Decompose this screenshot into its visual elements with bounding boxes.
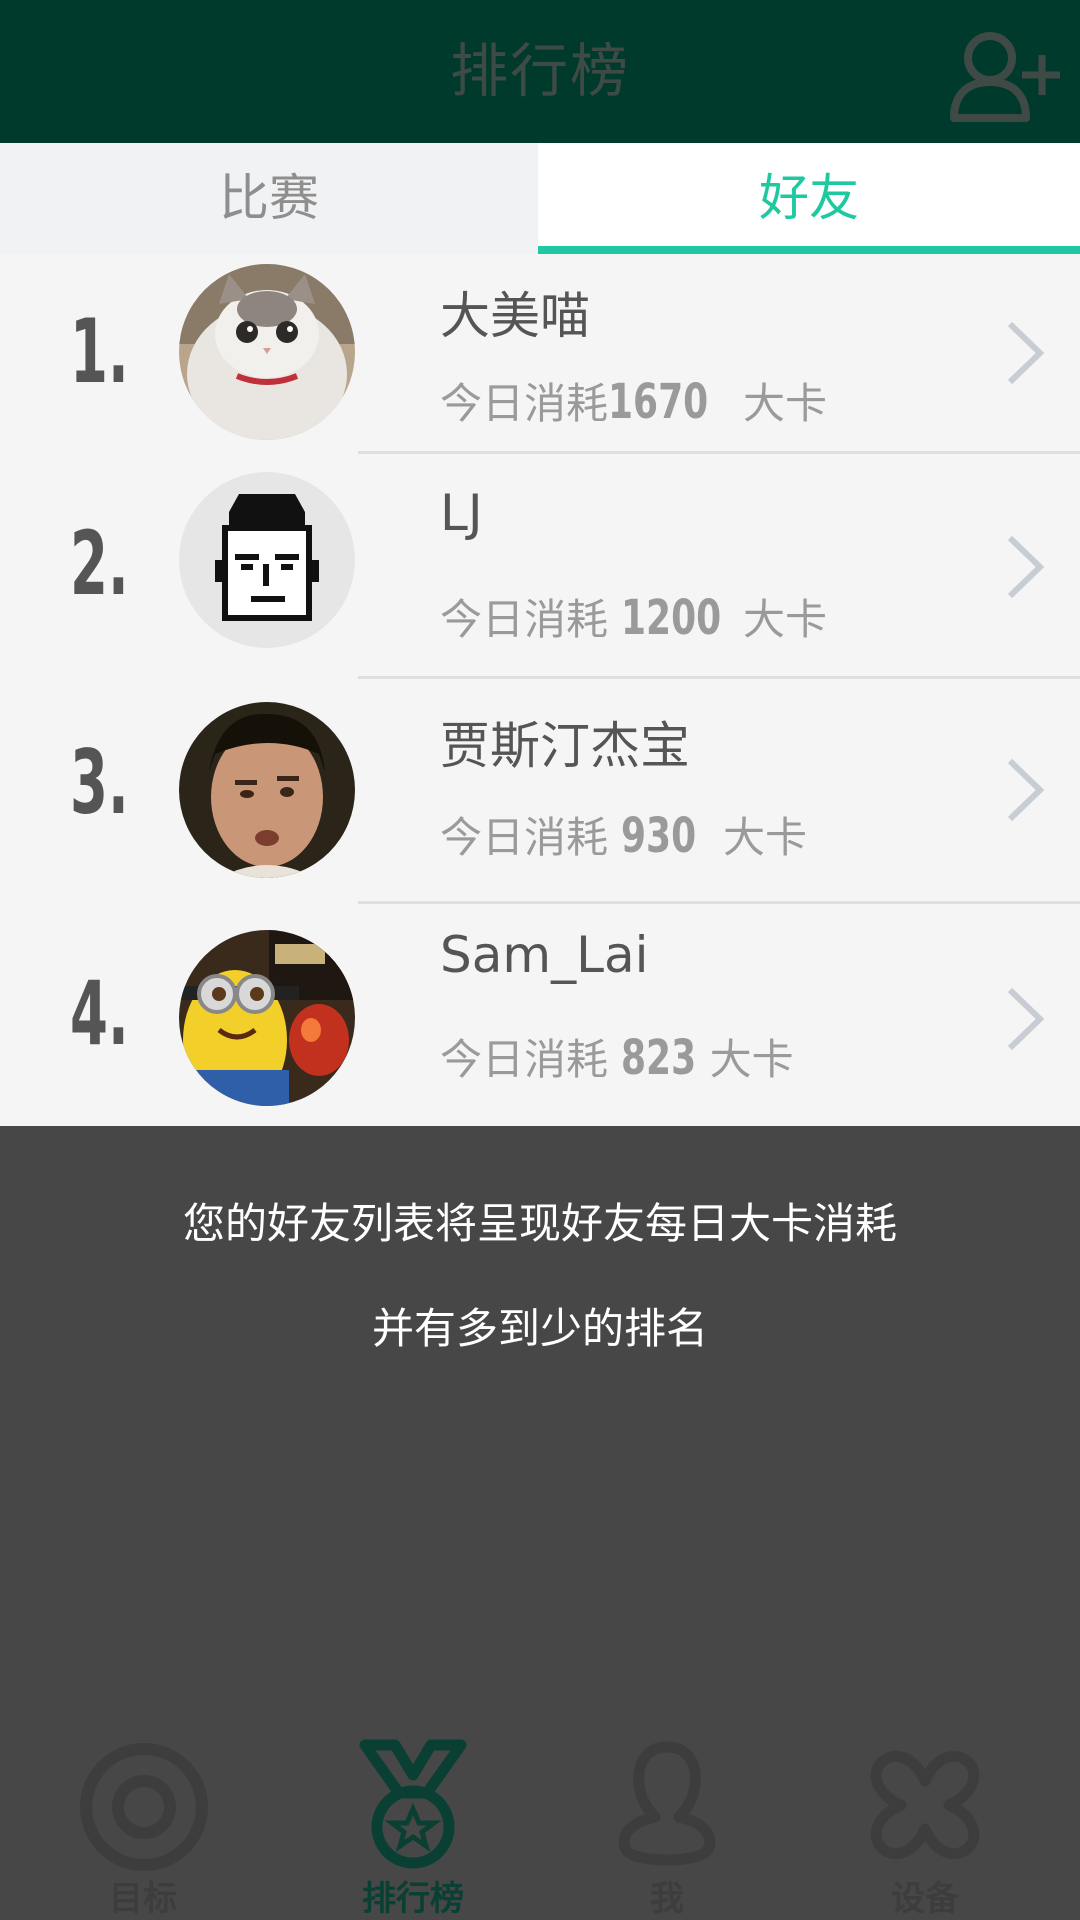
calorie-prefix: 今日消耗 xyxy=(440,379,609,428)
chevron-right-icon xyxy=(1007,321,1045,385)
list-item[interactable]: 3. 贾斯汀杰宝 今日消耗 930 大卡 xyxy=(0,679,1080,904)
medal-icon xyxy=(359,1739,467,1869)
rank-number: 3. xyxy=(70,731,129,834)
calorie-line: 今日消耗 930 大卡 xyxy=(440,804,807,865)
calorie-prefix: 今日消耗 xyxy=(440,813,609,862)
rank-number: 1. xyxy=(70,300,129,403)
person-icon xyxy=(618,1741,716,1866)
hint-line-1: 您的好友列表将呈现好友每日大卡消耗 xyxy=(182,1199,897,1248)
calorie-line: 今日消耗 1200 大卡 xyxy=(440,586,827,647)
calorie-value: 930 xyxy=(621,808,697,864)
chevron-right-icon xyxy=(1007,758,1045,822)
nav-label: 目标 xyxy=(109,1879,177,1919)
nav-item-leaderboard[interactable]: 排行榜 xyxy=(278,1735,548,1920)
tab-bar: 比赛 好友 xyxy=(0,143,1080,254)
tab-race[interactable]: 比赛 xyxy=(0,143,538,254)
tab-friends[interactable]: 好友 xyxy=(538,143,1080,254)
avatar xyxy=(179,264,355,440)
calorie-prefix: 今日消耗 xyxy=(440,595,609,644)
friend-name: 大美喵 xyxy=(440,287,590,345)
nav-item-device[interactable]: 设备 xyxy=(790,1735,1060,1920)
chevron-right-icon xyxy=(1007,987,1045,1051)
calorie-unit: 大卡 xyxy=(722,813,807,862)
calorie-value: 1200 xyxy=(621,590,722,646)
hint-line-2: 并有多到少的排名 xyxy=(371,1304,708,1353)
nav-label: 设备 xyxy=(891,1879,959,1919)
avatar xyxy=(179,702,355,878)
friend-name: Sam_Lai xyxy=(440,926,649,984)
list-item[interactable]: 2. LJ 今日消耗 1200 大卡 xyxy=(0,454,1080,679)
calorie-unit: 大卡 xyxy=(709,1035,794,1084)
friend-ranking-list: 1. 大美喵 今日消耗1670 大卡 2. LJ 今日消耗 1200 大卡 3.… xyxy=(0,254,1080,1126)
calorie-unit: 大卡 xyxy=(742,595,827,644)
friend-name: LJ xyxy=(440,484,483,542)
avatar xyxy=(179,930,355,1106)
device-icon xyxy=(870,1751,980,1859)
nav-label: 排行榜 xyxy=(362,1879,464,1919)
bottom-nav: 目标 排行榜 我 设备 xyxy=(0,1735,1080,1920)
nav-label: 我 xyxy=(650,1879,684,1919)
avatar xyxy=(179,472,355,648)
friend-name: 贾斯汀杰宝 xyxy=(440,717,690,775)
calorie-value: 1670 xyxy=(608,374,709,430)
chevron-right-icon xyxy=(1007,535,1045,599)
rank-number: 4. xyxy=(70,962,129,1065)
list-item[interactable]: 1. 大美喵 今日消耗1670 大卡 xyxy=(0,254,1080,454)
calorie-prefix: 今日消耗 xyxy=(440,1035,609,1084)
calorie-line: 今日消耗 823 大卡 xyxy=(440,1026,794,1087)
list-item[interactable]: 4. Sam_Lai 今日消耗 823 大卡 xyxy=(0,904,1080,1126)
nav-item-me[interactable]: 我 xyxy=(532,1735,802,1920)
target-icon xyxy=(80,1743,208,1871)
rank-number: 2. xyxy=(70,512,129,615)
page-title: 排行榜 xyxy=(449,37,630,105)
header: 排行榜 xyxy=(0,0,1080,143)
calorie-value: 823 xyxy=(621,1030,697,1086)
nav-item-goal[interactable]: 目标 xyxy=(8,1735,278,1920)
calorie-line: 今日消耗1670 大卡 xyxy=(440,370,827,431)
calorie-unit: 大卡 xyxy=(742,379,827,428)
add-user-icon[interactable] xyxy=(950,20,1060,130)
